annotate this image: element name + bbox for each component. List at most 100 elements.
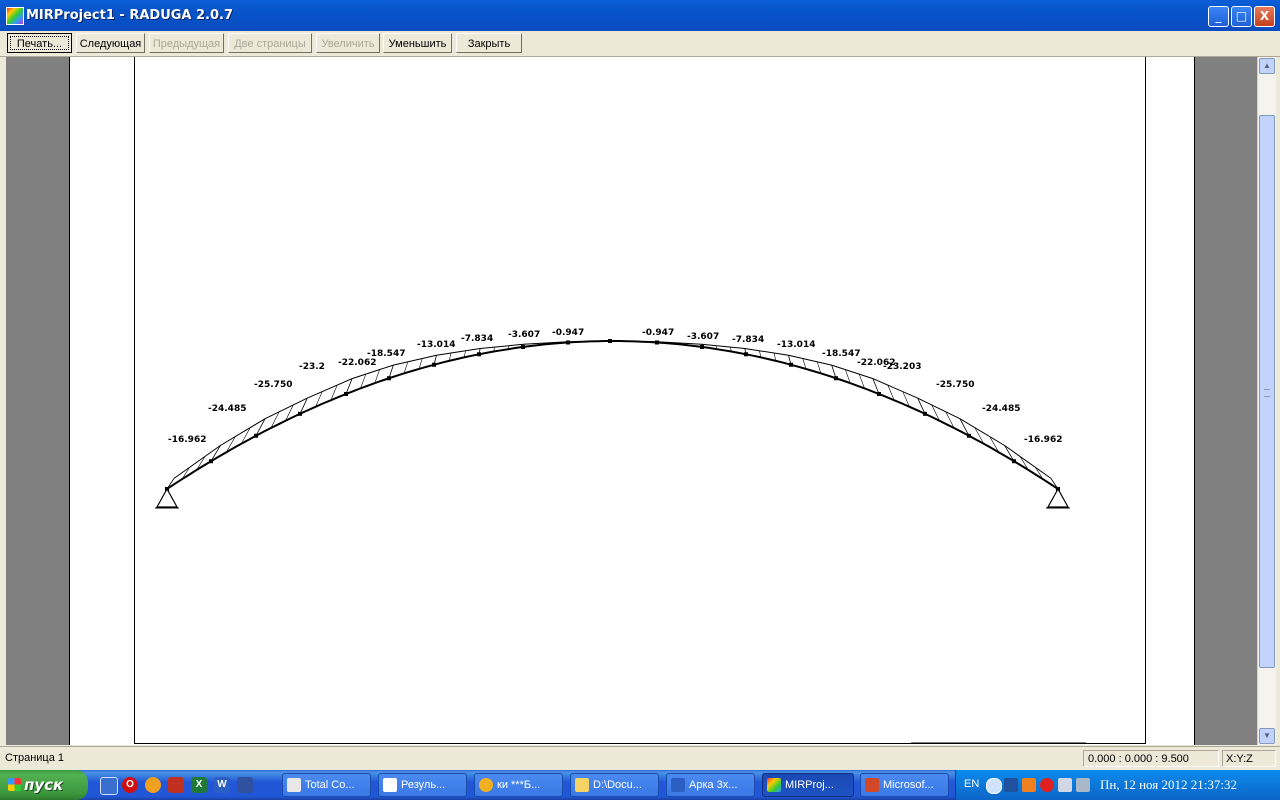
start-label: пуск bbox=[24, 776, 64, 794]
moment-value-label: -22.062 bbox=[338, 358, 376, 368]
archicad-quicklaunch-icon[interactable] bbox=[145, 777, 161, 793]
arch-node bbox=[298, 411, 302, 416]
arch-supports bbox=[155, 487, 1070, 509]
preview-toolbar: Печать... Следующая Предыдущая Две стран… bbox=[0, 31, 1280, 57]
document-icon bbox=[383, 778, 397, 792]
tray-clock[interactable]: Пн, 12 ноя 2012 21:37:32 bbox=[1100, 777, 1237, 793]
antivirus-icon[interactable] bbox=[1040, 778, 1054, 792]
start-button[interactable]: пуск bbox=[0, 770, 88, 800]
arch-node bbox=[432, 362, 436, 367]
word-icon bbox=[671, 778, 685, 792]
taskbar-item-results[interactable]: Резуль... bbox=[378, 773, 467, 797]
show-desktop-icon[interactable] bbox=[100, 777, 118, 795]
moment-value-label: -16.962 bbox=[1024, 435, 1062, 445]
taskbar-item-total-commander[interactable]: Total Co... bbox=[282, 773, 371, 797]
pin-support-icon bbox=[155, 487, 179, 508]
arch-node bbox=[254, 433, 258, 438]
arch-node bbox=[566, 340, 570, 345]
status-page-number: Страница 1 bbox=[5, 752, 65, 764]
arch-node bbox=[344, 391, 348, 396]
arch-node bbox=[834, 376, 838, 381]
moment-value-label: -23.2 bbox=[299, 362, 325, 372]
grip-icon bbox=[1264, 389, 1270, 397]
arch-node bbox=[967, 433, 971, 438]
taskbar-item-mirproject[interactable]: MIRProj... bbox=[762, 773, 854, 797]
system-tray: EN Пн, 12 ноя 2012 21:37:32 bbox=[955, 770, 1280, 800]
minimize-button[interactable]: _ bbox=[1208, 6, 1229, 27]
next-page-button[interactable]: Следующая bbox=[76, 33, 145, 53]
scrollbar-thumb[interactable] bbox=[1259, 115, 1275, 668]
close-preview-button[interactable]: Закрыть bbox=[456, 33, 522, 53]
arch-node bbox=[700, 344, 704, 349]
arch-node bbox=[477, 352, 481, 357]
word-quicklaunch-icon[interactable]: W bbox=[214, 777, 230, 793]
arch-node bbox=[789, 362, 793, 367]
moment-value-label: -25.750 bbox=[936, 380, 974, 390]
moment-value-label: -24.485 bbox=[208, 404, 246, 414]
moment-value-label: -3.607 bbox=[508, 330, 540, 340]
total-commander-icon bbox=[287, 778, 301, 792]
tray-app-icon[interactable] bbox=[1004, 778, 1018, 792]
moment-value-label: -0.947 bbox=[642, 328, 674, 338]
windows-taskbar: пуск O X W Total Co... Резуль... ки ***Б… bbox=[0, 770, 1280, 800]
status-axes: X:Y:Z bbox=[1222, 750, 1276, 767]
arch-node bbox=[877, 391, 881, 396]
moment-value-labels: -16.962-24.485-25.750-23.2 -22.062-18.547… bbox=[168, 328, 1062, 445]
zoom-out-button[interactable]: Уменьшить bbox=[383, 33, 452, 53]
opera-icon[interactable]: O bbox=[122, 777, 138, 793]
arch-node bbox=[744, 352, 748, 357]
preview-workspace[interactable]: -16.962 -24.485 -25.750 -23.2 -22.062 -18.547… bbox=[6, 57, 1257, 745]
moment-value-label: -25.750 bbox=[254, 380, 292, 390]
taskbar-item-word-doc[interactable]: Арка 3х... bbox=[666, 773, 755, 797]
windows-logo-icon bbox=[8, 778, 21, 791]
folder-icon bbox=[575, 778, 589, 792]
tray-expand-icon[interactable] bbox=[986, 778, 1002, 794]
scroll-up-arrow-icon[interactable]: ▲ bbox=[1259, 58, 1275, 74]
excel-quicklaunch-icon[interactable]: X bbox=[191, 777, 207, 793]
raduga-app-icon bbox=[6, 7, 24, 25]
save-disk-icon[interactable] bbox=[237, 777, 253, 793]
maximize-button[interactable]: □ bbox=[1231, 6, 1252, 27]
arch-node bbox=[923, 411, 927, 416]
taskbar-item-folder[interactable]: D:\Docu... bbox=[570, 773, 659, 797]
moment-value-label: -7.834 bbox=[732, 335, 764, 345]
pin-support-icon bbox=[1046, 487, 1070, 508]
status-bar: Страница 1 0.000 : 0.000 : 9.500 X:Y:Z bbox=[0, 746, 1280, 771]
raduga-icon bbox=[767, 778, 781, 792]
archicad-icon bbox=[479, 778, 493, 792]
language-indicator[interactable]: EN bbox=[964, 778, 979, 790]
powerpoint-quicklaunch-icon[interactable] bbox=[168, 777, 184, 793]
arch-moment-diagram: -16.962-24.485-25.750-23.2 -22.062-18.547… bbox=[155, 328, 1086, 744]
taskbar-item-powerpoint[interactable]: Microsof... bbox=[860, 773, 949, 797]
scroll-down-arrow-icon[interactable]: ▼ bbox=[1259, 728, 1275, 744]
arch-node bbox=[209, 459, 213, 464]
arch-node bbox=[521, 344, 525, 349]
previous-page-button[interactable]: Предыдущая bbox=[149, 33, 224, 53]
print-button[interactable]: Печать... bbox=[7, 33, 72, 53]
title-bar[interactable]: MIRProject1 - RADUGA 2.0.7 _ □ X bbox=[0, 0, 1280, 31]
moment-value-label: -18.547 bbox=[822, 349, 860, 359]
taskbar-item-archicad[interactable]: ки ***Б... bbox=[474, 773, 563, 797]
volume-icon[interactable] bbox=[1058, 778, 1072, 792]
two-pages-button[interactable]: Две страницы bbox=[228, 33, 312, 53]
moment-value-label: -3.607 bbox=[687, 332, 719, 342]
powerpoint-icon bbox=[865, 778, 879, 792]
arch-node bbox=[1012, 459, 1016, 464]
close-window-button[interactable]: X bbox=[1254, 6, 1275, 27]
moment-value-label: -0.947 bbox=[552, 328, 584, 338]
network-icon[interactable] bbox=[1076, 778, 1090, 792]
moment-value-label: -13.014 bbox=[777, 340, 815, 350]
arch-node bbox=[387, 376, 391, 381]
vertical-scrollbar[interactable]: ▲ ▼ bbox=[1257, 57, 1276, 745]
media-player-icon[interactable] bbox=[1022, 778, 1036, 792]
window-title: MIRProject1 - RADUGA 2.0.7 bbox=[26, 8, 234, 23]
moment-value-label: -7.834 bbox=[461, 334, 493, 344]
zoom-in-button[interactable]: Увеличить bbox=[316, 33, 380, 53]
moment-value-label: -23.203 bbox=[883, 362, 921, 372]
moment-value-label: -18.547 bbox=[367, 349, 405, 359]
status-coordinates: 0.000 : 0.000 : 9.500 bbox=[1083, 750, 1219, 767]
moment-value-label: -24.485 bbox=[982, 404, 1020, 414]
arch-node bbox=[655, 340, 659, 345]
moment-value-label: -16.962 bbox=[168, 435, 206, 445]
arch-node bbox=[608, 339, 612, 344]
